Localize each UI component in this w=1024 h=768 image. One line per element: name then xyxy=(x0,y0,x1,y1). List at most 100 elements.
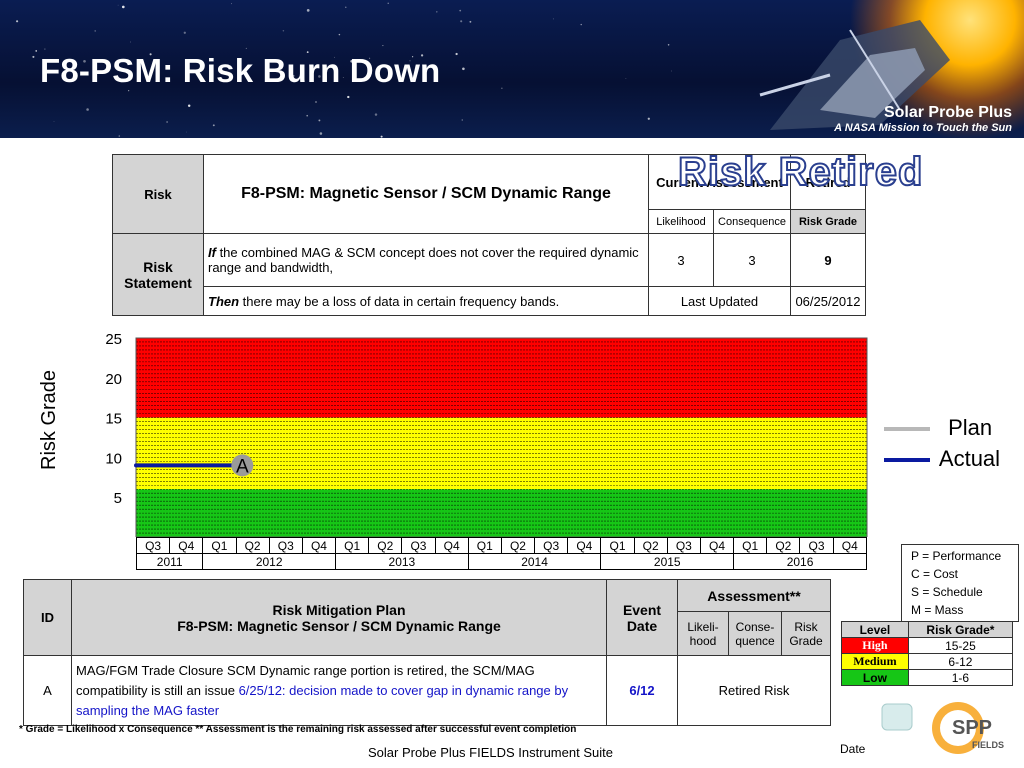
key-item: C = Cost xyxy=(911,567,959,581)
quarter-axis-table: Q3 Q4 Q1 Q2 Q3 Q4 Q1 Q2 Q3 Q4 Q1 Q2 Q3 Q4 Q1 Q2 Q3 Q4 Q1 Q2… xyxy=(135,537,868,570)
star xyxy=(117,4,119,6)
row-id: A xyxy=(23,655,72,726)
year-label: 2012 xyxy=(202,553,337,570)
level-header: Level xyxy=(841,621,909,638)
quarter-row: Q3 Q4 Q1 Q2 Q3 Q4 Q1 Q2 Q3 Q4 Q1 Q2 Q3 Q4 Q1 Q2 Q3 Q4 Q1 Q2… xyxy=(135,537,868,554)
star xyxy=(186,131,188,133)
year-row: 2011 2012 2013 2014 2015 2016 xyxy=(135,553,867,570)
star xyxy=(86,108,89,111)
star xyxy=(461,119,463,121)
quarter-label: Q1 xyxy=(335,537,370,554)
grade-col-header: Risk Grade xyxy=(781,611,831,656)
level-low: Low xyxy=(841,669,909,686)
y-tick-label: 10 xyxy=(105,450,122,467)
star xyxy=(315,101,317,103)
star xyxy=(462,67,465,71)
if-statement: If the combined MAG & SCM concept does n… xyxy=(203,233,649,287)
star xyxy=(469,20,472,23)
star xyxy=(625,78,627,79)
year-label: 2014 xyxy=(467,553,602,570)
star xyxy=(460,20,463,23)
quarter-label: Q1 xyxy=(733,537,768,554)
star xyxy=(130,41,131,43)
y-tick-label: 20 xyxy=(105,371,122,388)
quarter-label: Q4 xyxy=(169,537,204,554)
risk-statement-label: Risk Statement xyxy=(112,233,204,316)
star xyxy=(53,121,55,122)
star xyxy=(318,119,321,122)
year-label: 2016 xyxy=(733,553,867,570)
star xyxy=(347,95,350,99)
assessment-header: Assessment** xyxy=(677,579,831,612)
last-updated-label: Last Updated xyxy=(648,286,791,316)
star xyxy=(501,87,503,89)
star xyxy=(121,5,125,9)
logo-text: SPP xyxy=(952,717,992,739)
date-label: Date xyxy=(840,742,866,756)
quarter-label: Q3 xyxy=(135,537,171,554)
quarter-label: Q4 xyxy=(434,537,469,554)
star xyxy=(183,31,186,34)
then-statement: Then there may be a loss of data in cert… xyxy=(203,286,649,316)
burn-down-chart: 5 10 15 20 25 A xyxy=(105,331,868,537)
quarter-label: Q3 xyxy=(401,537,436,554)
star xyxy=(319,132,323,135)
quarter-label: Q3 xyxy=(268,537,303,554)
if-text: the combined MAG & SCM concept does not … xyxy=(208,245,639,275)
risk-title-cell: F8-PSM: Magnetic Sensor / SCM Dynamic Ra… xyxy=(203,154,649,234)
quarter-label: Q3 xyxy=(799,537,834,554)
star xyxy=(380,135,383,138)
risk-grade-header: Risk Grade xyxy=(790,209,866,234)
level-grade-header: Risk Grade* xyxy=(907,621,1014,638)
quarter-label: Q2 xyxy=(766,537,801,554)
legend-plan-label: Plan xyxy=(948,415,993,440)
likelihood-col-header: Likeli-hood xyxy=(677,611,729,656)
star xyxy=(387,2,389,4)
plan-header-line2: F8-PSM: Magnetic Sensor / SCM Dynamic Ra… xyxy=(177,617,501,634)
legend-actual: Actual xyxy=(884,446,1000,472)
event-date-header: Event Date xyxy=(606,579,678,656)
header-banner: F8-PSM: Risk Burn Down Solar Probe Plus … xyxy=(0,0,1024,138)
star xyxy=(436,11,438,13)
star xyxy=(187,104,191,108)
grade-value: 9 xyxy=(790,233,866,287)
then-text: there may be a loss of data in certain f… xyxy=(239,293,560,309)
abbreviation-key: P = Performance C = Cost S = Schedule M … xyxy=(901,544,1019,622)
star xyxy=(282,30,285,32)
star xyxy=(16,20,19,23)
row-assessment: Retired Risk xyxy=(677,655,831,726)
star xyxy=(459,9,462,12)
star xyxy=(374,113,378,116)
spp-fields-logo: SPP FIELDS xyxy=(881,702,1004,754)
consequence-col-header: Conse-quence xyxy=(728,611,782,656)
star xyxy=(306,114,309,117)
star xyxy=(212,124,215,127)
quarter-label: Q1 xyxy=(202,537,237,554)
year-label: 2011 xyxy=(135,553,204,570)
key-item: P = Performance xyxy=(911,549,1002,563)
star xyxy=(32,55,35,58)
star xyxy=(118,135,121,137)
level-high: High xyxy=(841,637,909,654)
row-plan-text: MAG/FGM Trade Closure SCM Dynamic range … xyxy=(71,655,607,726)
likelihood-header: Likelihood xyxy=(648,209,714,234)
mitigation-plan-table: ID Risk Mitigation Plan F8-PSM: Magnetic… xyxy=(23,579,831,726)
star xyxy=(231,3,232,5)
footer-text: Solar Probe Plus FIELDS Instrument Suite xyxy=(368,745,613,760)
key-item: S = Schedule xyxy=(911,585,983,599)
quarter-label: Q2 xyxy=(500,537,536,554)
quarter-label: Q4 xyxy=(699,537,735,554)
star xyxy=(306,9,310,12)
quarter-label: Q3 xyxy=(534,537,569,554)
star xyxy=(345,6,347,8)
quarter-label: Q2 xyxy=(368,537,403,554)
page-title: F8-PSM: Risk Burn Down xyxy=(40,52,441,89)
legend-plan-swatch xyxy=(884,427,930,432)
star xyxy=(94,30,96,32)
consequence-header: Consequence xyxy=(713,209,791,234)
star xyxy=(552,18,554,20)
y-tick-label: 15 xyxy=(105,411,122,428)
year-label: 2015 xyxy=(600,553,735,570)
legend-plan: Plan xyxy=(884,415,992,441)
star xyxy=(44,48,46,50)
